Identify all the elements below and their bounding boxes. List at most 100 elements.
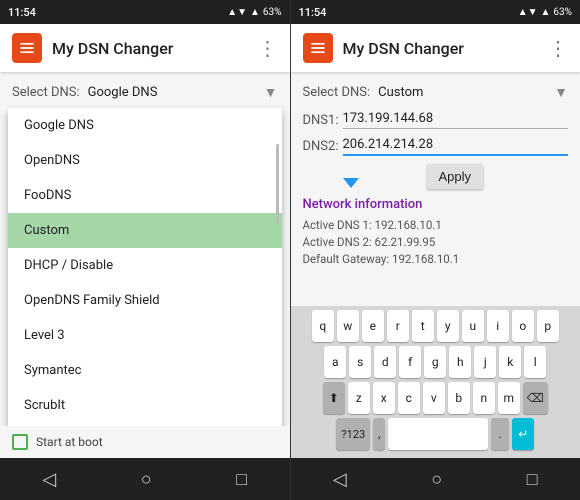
keyboard: q w e r t y u i o p a s d f g h j k l ⬆ … <box>291 306 580 458</box>
dropdown-item[interactable]: Symantec <box>8 353 282 388</box>
text-cursor <box>343 164 359 188</box>
battery-icon: 63% <box>263 7 282 18</box>
apply-button[interactable]: Apply <box>427 164 484 189</box>
app-icon-right <box>303 33 333 63</box>
dropdown-arrow-left: ▼ <box>264 84 278 101</box>
backspace-key[interactable]: ⌫ <box>523 382 548 414</box>
recent-button-left[interactable]: □ <box>236 469 247 490</box>
key-q[interactable]: q <box>312 310 334 342</box>
nav-bar-left: ◁ ○ □ <box>0 458 290 500</box>
key-g[interactable]: g <box>424 346 446 378</box>
wifi-icon: ▲ <box>250 7 260 18</box>
signal-icon: ▲▼ <box>227 7 247 18</box>
network-info-title-right: Network information <box>303 197 569 212</box>
right-content: Select DNS: Custom ▼ DNS1: 173.199.144.6… <box>291 72 580 306</box>
key-d[interactable]: d <box>374 346 396 378</box>
dropdown-item[interactable]: Google DNS <box>8 108 282 143</box>
comma-key[interactable]: , <box>373 418 385 450</box>
key-i[interactable]: i <box>487 310 509 342</box>
key-x[interactable]: x <box>373 382 395 414</box>
key-a[interactable]: a <box>324 346 346 378</box>
key-j[interactable]: j <box>474 346 496 378</box>
select-dns-value-left: Google DNS <box>88 85 264 100</box>
key-v[interactable]: v <box>423 382 445 414</box>
start-boot-checkbox[interactable] <box>12 434 28 450</box>
dns-select-row-left[interactable]: Select DNS: Google DNS ▼ <box>12 84 278 101</box>
dropdown-item[interactable]: Level 3 <box>8 318 282 353</box>
key-y[interactable]: y <box>437 310 459 342</box>
app-icon-left <box>12 33 42 63</box>
dns-dropdown[interactable]: Google DNSOpenDNSFooDNSCustomDHCP / Disa… <box>8 108 282 426</box>
dropdown-item[interactable]: OpenDNS Family Shield <box>8 283 282 318</box>
key-o[interactable]: o <box>512 310 534 342</box>
nums-key[interactable]: ?123 <box>336 418 370 450</box>
dropdown-item[interactable]: OpenDNS <box>8 143 282 178</box>
dropdown-item[interactable]: ScrubIt <box>8 388 282 423</box>
scroll-hint <box>276 144 279 224</box>
key-f[interactable]: f <box>399 346 421 378</box>
key-u[interactable]: u <box>462 310 484 342</box>
app-title-right: My DSN Changer <box>343 39 539 58</box>
net-row-3-right: Default Gateway: 192.168.10.1 <box>303 252 569 266</box>
cursor-apply-row: Apply <box>343 164 569 189</box>
key-h[interactable]: h <box>449 346 471 378</box>
dns1-label-right: DNS1: <box>303 113 343 128</box>
keyboard-row-1: q w e r t y u i o p <box>293 310 579 342</box>
key-c[interactable]: c <box>398 382 420 414</box>
key-w[interactable]: w <box>337 310 359 342</box>
app-bar-right: My DSN Changer ⋮ <box>291 24 580 72</box>
dns2-input[interactable]: 206.214.214.28 <box>343 137 569 156</box>
key-t[interactable]: t <box>412 310 434 342</box>
net-row-1-right: Active DNS 1: 192.168.10.1 <box>303 218 569 232</box>
status-bar-left: 11:54 ▲▼ ▲ 63% <box>0 0 290 24</box>
period-key[interactable]: . <box>491 418 509 450</box>
dropdown-item[interactable]: DHCP / Disable <box>8 248 282 283</box>
status-icons-right: ▲▼ ▲ 63% <box>518 7 572 18</box>
right-panel: 11:54 ▲▼ ▲ 63% My DSN Changer ⋮ Select D… <box>291 0 580 500</box>
dns-select-row-right[interactable]: Select DNS: Custom ▼ <box>303 84 569 101</box>
signal-icon-r: ▲▼ <box>518 7 538 18</box>
keyboard-row-3: ⬆ z x c v b n m ⌫ <box>293 382 579 414</box>
status-icons-left: ▲▼ ▲ 63% <box>227 7 281 18</box>
enter-key[interactable]: ↵ <box>512 418 534 450</box>
key-s[interactable]: s <box>349 346 371 378</box>
battery-icon-r: 63% <box>553 7 572 18</box>
keyboard-row-4: ?123 , . ↵ <box>293 418 579 450</box>
dropdown-item[interactable]: FooDNS <box>8 178 282 213</box>
shift-key[interactable]: ⬆ <box>323 382 345 414</box>
dns1-row-right: DNS1: 173.199.144.68 <box>303 111 569 129</box>
dropdown-item[interactable]: dnsadvantage <box>8 423 282 426</box>
nav-bar-right: ◁ ○ □ <box>291 458 580 500</box>
keyboard-row-2: a s d f g h j k l <box>293 346 579 378</box>
space-key[interactable] <box>388 418 488 450</box>
app-bar-left: My DSN Changer ⋮ <box>0 24 290 72</box>
dropdown-arrow-right: ▼ <box>554 84 568 101</box>
dropdown-item[interactable]: Custom <box>8 213 282 248</box>
key-r[interactable]: r <box>387 310 409 342</box>
key-z[interactable]: z <box>348 382 370 414</box>
dns1-input[interactable]: 173.199.144.68 <box>343 111 569 129</box>
key-l[interactable]: l <box>524 346 546 378</box>
key-n[interactable]: n <box>473 382 495 414</box>
key-b[interactable]: b <box>448 382 470 414</box>
net-row-2-right: Active DNS 2: 62.21.99.95 <box>303 235 569 249</box>
start-boot-row[interactable]: Start at boot <box>0 426 290 458</box>
wifi-icon-r: ▲ <box>541 7 551 18</box>
key-e[interactable]: e <box>362 310 384 342</box>
select-dns-value-right: Custom <box>378 85 554 100</box>
home-button-left[interactable]: ○ <box>141 469 152 490</box>
recent-button-right[interactable]: □ <box>527 469 538 490</box>
time-left: 11:54 <box>8 6 36 19</box>
key-m[interactable]: m <box>498 382 520 414</box>
key-k[interactable]: k <box>499 346 521 378</box>
more-menu-left[interactable]: ⋮ <box>258 36 278 60</box>
more-menu-right[interactable]: ⋮ <box>548 36 568 60</box>
back-button-left[interactable]: ◁ <box>42 469 56 490</box>
time-right: 11:54 <box>299 6 327 19</box>
select-dns-label-right: Select DNS: <box>303 85 371 100</box>
dns2-row-right: DNS2: 206.214.214.28 <box>303 137 569 156</box>
select-dns-label-left: Select DNS: <box>12 85 80 100</box>
home-button-right[interactable]: ○ <box>431 469 442 490</box>
key-p[interactable]: p <box>537 310 559 342</box>
back-button-right[interactable]: ◁ <box>333 469 347 490</box>
